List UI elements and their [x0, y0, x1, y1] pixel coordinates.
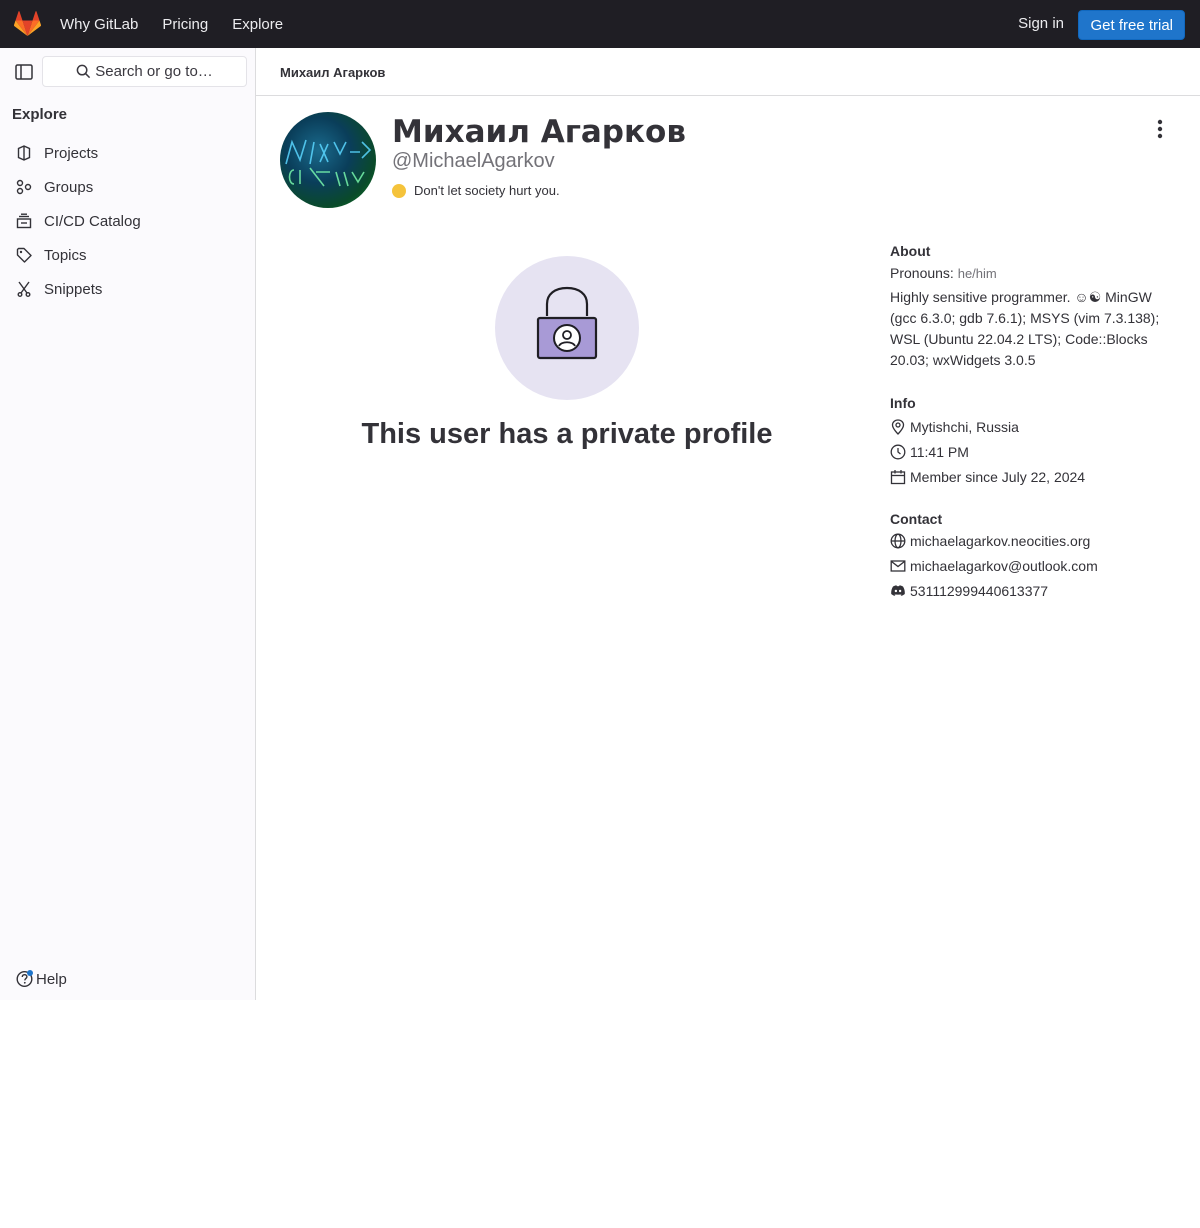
project-icon	[16, 145, 32, 161]
location-icon	[890, 418, 906, 435]
bio: Highly sensitive programmer. ☺☯ MinGW (g…	[890, 287, 1170, 371]
breadcrumb[interactable]: Михаил Агарков	[280, 65, 385, 80]
tag-icon	[16, 247, 32, 263]
search-button[interactable]: Search or go to…	[42, 56, 247, 87]
sidebar-item-snippets[interactable]: Snippets	[8, 272, 248, 306]
sidebar-item-label: Projects	[44, 144, 99, 162]
profile-name: Михаил Агарков	[392, 114, 686, 150]
private-profile-message: This user has a private profile	[361, 418, 773, 450]
nav-why-gitlab[interactable]: Why GitLab	[60, 16, 138, 33]
sidebar-heading: Explore	[12, 106, 68, 123]
more-actions-icon[interactable]	[1154, 118, 1166, 140]
snippet-icon	[16, 281, 32, 297]
member-since-row: Member since July 22, 2024	[890, 464, 1170, 489]
website-link[interactable]: michaelagarkov.neocities.org	[910, 533, 1090, 549]
gitlab-logo-icon[interactable]	[14, 11, 41, 37]
profile-status: Don't let society hurt you.	[392, 183, 560, 198]
sidebar-nav: Projects Groups CI/CD Catalog Topics Sni…	[8, 136, 248, 306]
catalog-icon	[16, 213, 32, 229]
sidebar-toggle-icon[interactable]	[15, 64, 33, 80]
discord-id[interactable]: 531112999440613377	[910, 583, 1048, 599]
nav-pricing[interactable]: Pricing	[162, 16, 208, 33]
pronouns-value: he/him	[957, 266, 997, 281]
discord-icon	[890, 583, 906, 599]
website-row[interactable]: michaelagarkov.neocities.org	[890, 528, 1170, 553]
mail-icon	[890, 558, 906, 574]
local-time-row: 11:41 PM	[890, 439, 1170, 464]
get-free-trial-button[interactable]: Get free trial	[1078, 10, 1185, 40]
help-label: Help	[36, 970, 67, 988]
bio-line: WSL (Ubuntu 22.04.2 LTS); Code::Blocks	[890, 331, 1148, 347]
globe-icon	[890, 533, 906, 549]
bio-line: Highly sensitive programmer. ☺☯ MinGW	[890, 289, 1152, 305]
about-heading: About	[890, 243, 931, 259]
bio-line: 20.03; wxWidgets 3.0.5	[890, 352, 1036, 368]
member-since: Member since July 22, 2024	[910, 468, 1086, 485]
help-button[interactable]: Help	[16, 970, 67, 988]
pronouns: Pronouns: he/him	[890, 265, 1170, 281]
hugging-face-emoji-icon	[392, 183, 406, 198]
sidebar: Search or go to… Explore Projects Groups…	[0, 48, 256, 1000]
sidebar-item-projects[interactable]: Projects	[8, 136, 248, 170]
location: Mytishchi, Russia	[910, 418, 1019, 435]
private-profile-illustration	[495, 256, 639, 400]
sidebar-item-label: Topics	[44, 246, 87, 264]
sidebar-item-topics[interactable]: Topics	[8, 238, 248, 272]
pronouns-label: Pronouns:	[890, 265, 954, 281]
group-icon	[16, 179, 32, 195]
profile-details: About Pronouns: he/him Highly sensitive …	[890, 243, 1170, 603]
profile-handle: @MichaelAgarkov	[392, 150, 555, 172]
lock-icon	[536, 286, 598, 360]
calendar-icon	[890, 469, 906, 485]
contact-heading: Contact	[890, 511, 943, 527]
breadcrumb-bar: Михаил Агарков	[256, 48, 1200, 96]
search-icon	[76, 64, 91, 79]
sidebar-item-label: CI/CD Catalog	[44, 212, 141, 230]
avatar	[280, 112, 376, 208]
sidebar-item-groups[interactable]: Groups	[8, 170, 248, 204]
discord-row[interactable]: 531112999440613377	[890, 578, 1170, 603]
nav-explore[interactable]: Explore	[232, 16, 283, 33]
sign-in-link[interactable]: Sign in	[1018, 15, 1064, 32]
sidebar-item-label: Snippets	[44, 280, 103, 298]
help-notification-dot	[27, 970, 33, 976]
top-nav: Why GitLab Pricing Explore	[60, 0, 307, 48]
bio-line: (gcc 6.3.0; gdb 7.6.1); MSYS (vim 7.3.13…	[890, 310, 1160, 326]
info-heading: Info	[890, 395, 916, 411]
sidebar-item-ci-cd-catalog[interactable]: CI/CD Catalog	[8, 204, 248, 238]
search-placeholder: Search or go to…	[95, 63, 213, 80]
location-row: Mytishchi, Russia	[890, 414, 1170, 439]
top-bar: Why GitLab Pricing Explore Sign in Get f…	[0, 0, 1200, 48]
email-row[interactable]: michaelagarkov@outlook.com	[890, 553, 1170, 578]
sidebar-item-label: Groups	[44, 178, 94, 196]
local-time: 11:41 PM	[910, 443, 969, 460]
email-link[interactable]: michaelagarkov@outlook.com	[910, 558, 1098, 574]
clock-icon	[890, 444, 906, 460]
status-message: Don't let society hurt you.	[414, 183, 560, 198]
